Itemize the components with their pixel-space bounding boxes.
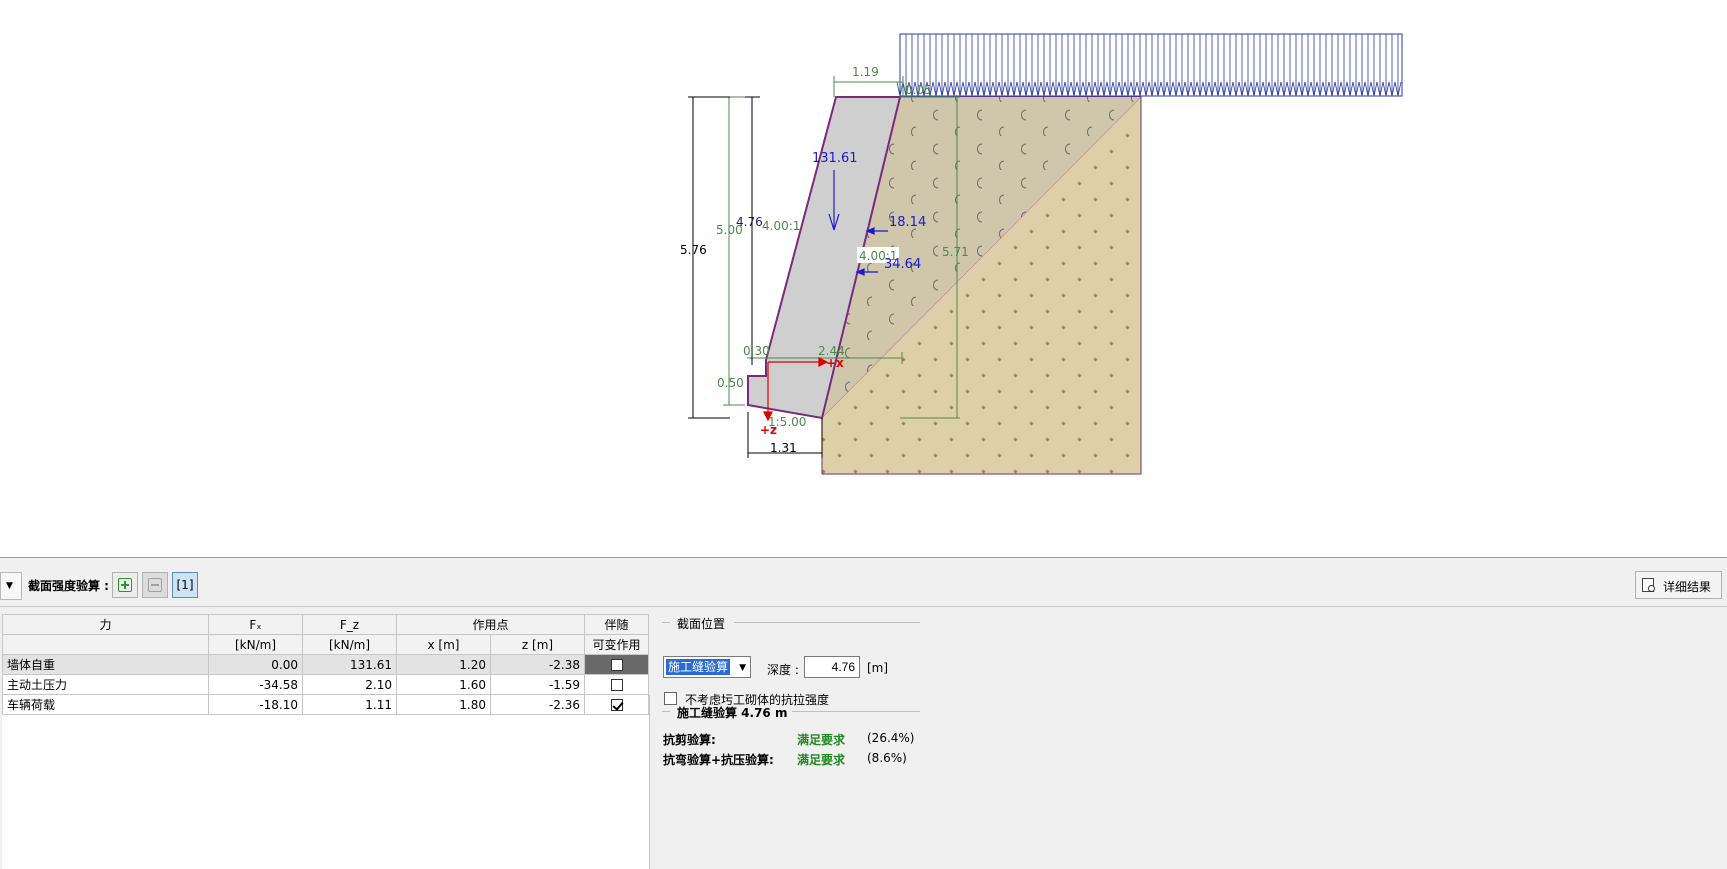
- force-earth-pressure-label: 34.64: [884, 257, 921, 272]
- chevron-down-icon: ▼: [739, 663, 746, 673]
- row-name: 主动土压力: [2, 674, 209, 695]
- row-z: -1.59: [490, 674, 585, 695]
- header-z: z [m]: [490, 634, 585, 655]
- section-type-select[interactable]: 施工缝验算 ▼: [663, 656, 751, 678]
- depth-label: 深度 :: [767, 663, 799, 677]
- header-x: x [m]: [396, 634, 491, 655]
- table-row[interactable]: 车辆荷载 -18.10 1.11 1.80 -2.36: [2, 694, 649, 715]
- add-icon: [118, 578, 132, 592]
- depth-input[interactable]: [804, 656, 860, 678]
- dim-front-height: 4.76: [736, 215, 763, 229]
- structure-drawing: 1.19 0.05 5.76 5.00 4.76 4.00:1 4.00:1 5…: [0, 0, 1727, 555]
- section-type-value: 施工缝验算: [666, 659, 731, 675]
- row-fz: 131.61: [302, 654, 397, 675]
- dim-surcharge-small: 0.05: [905, 83, 932, 97]
- remove-icon: [148, 578, 162, 592]
- bending-check-label: 抗弯验算+抗压验算:: [663, 753, 774, 767]
- table-row[interactable]: 墙体自重 0.00 131.61 1.20 -2.38: [2, 654, 649, 675]
- shear-check-label: 抗剪验算:: [663, 733, 716, 747]
- dim-toe-width: 0.30: [743, 344, 770, 358]
- forces-table: 力 Fₓ F_z 作用点 伴随 [kN/m] [kN/m] x [m] z [m…: [2, 614, 649, 715]
- header-fz: F_z: [302, 614, 397, 635]
- row-name: 车辆荷载: [2, 694, 209, 715]
- remove-section-button[interactable]: [142, 572, 168, 598]
- header-force: 力: [2, 614, 209, 635]
- section-tab-1[interactable]: [1]: [172, 572, 198, 598]
- variable-checkbox[interactable]: [610, 699, 623, 711]
- dim-front-slope: 4.00:1: [762, 219, 800, 233]
- row-name: 墙体自重: [2, 654, 209, 675]
- force-surcharge-label: 18.14: [889, 215, 926, 230]
- unit-fx: [kN/m]: [208, 634, 303, 655]
- wall-diagram: 1.19 0.05 5.76 5.00 4.76 4.00:1 4.00:1 5…: [680, 33, 1403, 475]
- dim-back-height: 5.71: [942, 245, 969, 259]
- detail-results-label: 详细结果: [1663, 580, 1712, 594]
- shear-check-status: 满足要求: [797, 733, 846, 747]
- chevron-down-icon: ▼: [6, 581, 13, 591]
- row-z: -2.36: [490, 694, 585, 715]
- header-accompany: 伴随: [584, 614, 649, 635]
- result-title: 施工缝验算 4.76 m: [677, 706, 788, 720]
- ignore-tensile-checkbox[interactable]: [664, 692, 677, 705]
- row-fx: -34.58: [208, 674, 303, 695]
- depth-unit: [m]: [867, 661, 889, 675]
- surcharge-load: [896, 33, 1403, 97]
- section-settings: 截面位置 施工缝验算 ▼ 深度 : [m] 不考虑圬工砌体的抗拉强度 施工缝验算…: [662, 558, 922, 869]
- detail-report-icon: [1642, 578, 1655, 592]
- dim-base-thickness: 0.50: [717, 376, 744, 390]
- dim-total-height: 5.76: [680, 243, 707, 257]
- bending-check-status: 满足要求: [797, 753, 846, 767]
- dim-top-width: 1.19: [852, 65, 879, 79]
- row-x: 1.80: [396, 694, 491, 715]
- bottom-panel: ▼ 截面强度验算 : [1] 详细结果 力 Fₓ F_z 作用点 伴随 [kN/…: [0, 557, 1727, 869]
- table-empty-area: [2, 695, 650, 869]
- row-fz: 1.11: [302, 694, 397, 715]
- variable-checkbox[interactable]: [610, 679, 623, 691]
- panel-menu-dropdown[interactable]: ▼: [0, 572, 22, 600]
- detail-results-button[interactable]: 详细结果: [1635, 571, 1722, 599]
- axis-z-label: +z: [760, 423, 777, 437]
- axis-x-label: +x: [826, 356, 844, 370]
- header-point: 作用点: [396, 614, 585, 635]
- bending-check-percent: (8.6%): [867, 751, 907, 765]
- row-x: 1.20: [396, 654, 491, 675]
- toolbar-title: 截面强度验算 :: [28, 579, 109, 593]
- row-fx: 0.00: [208, 654, 303, 675]
- add-section-button[interactable]: [112, 572, 138, 598]
- force-weight-label: 131.61: [812, 151, 858, 166]
- shear-check-percent: (26.4%): [867, 731, 915, 745]
- row-fx: -18.10: [208, 694, 303, 715]
- unit-fz: [kN/m]: [302, 634, 397, 655]
- row-fz: 2.10: [302, 674, 397, 695]
- row-x: 1.60: [396, 674, 491, 695]
- row-z: -2.38: [490, 654, 585, 675]
- header-fx: Fₓ: [208, 614, 303, 635]
- header-force-unit: [2, 634, 209, 655]
- table-row[interactable]: 主动土压力 -34.58 2.10 1.60 -1.59: [2, 674, 649, 695]
- header-variable: 可变作用: [584, 634, 649, 655]
- dim-base-width: 1.31: [770, 441, 797, 455]
- variable-checkbox[interactable]: [610, 659, 623, 671]
